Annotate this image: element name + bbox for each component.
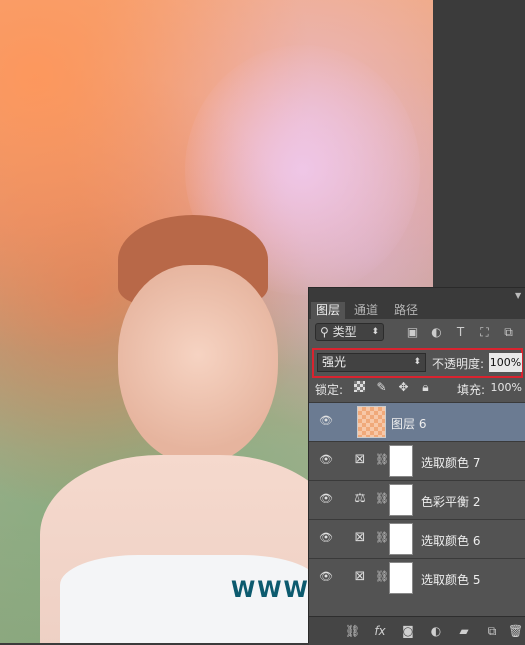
layer-name: 图层 6 [391, 417, 427, 431]
layer-name: 选取颜色 7 [421, 456, 481, 470]
layer-row[interactable]: 👁︎ ⚖ ⛓ 色彩平衡 2 [309, 480, 525, 519]
layer-mask-thumbnail [389, 445, 413, 477]
visibility-eye-icon[interactable]: 👁︎ [319, 454, 333, 465]
selective-color-icon: ⊠ [354, 569, 366, 584]
panel-tabs: 图层 通道 路径 ▼ [309, 288, 525, 319]
add-mask-icon[interactable]: ◙ [401, 624, 415, 638]
visibility-eye-icon[interactable]: 👁︎ [319, 493, 333, 504]
layer-mask-thumbnail [389, 484, 413, 516]
updown-arrow-icon: ⬍ [413, 357, 421, 367]
selective-color-icon: ⊠ [354, 530, 366, 545]
adjustment-filter-icon[interactable]: ◐ [430, 326, 443, 339]
lock-position-move-icon[interactable]: ✥ [397, 381, 410, 394]
layer-name: 色彩平衡 2 [421, 495, 481, 509]
link-chain-icon: ⛓ [375, 570, 389, 583]
filter-row: ⚲ 类型 ⬍ ▣ ◐ T ⛶ ⧉ [309, 319, 525, 349]
visibility-eye-icon[interactable]: 👁︎ [319, 571, 333, 582]
layer-mask-thumbnail [389, 523, 413, 555]
selective-color-icon: ⊠ [354, 452, 366, 467]
blend-mode-value: 强光 [322, 355, 347, 369]
new-adjustment-layer-icon[interactable]: ◐ [429, 624, 443, 638]
blend-opacity-highlight: 强光 ⬍ 不透明度: 100% [312, 348, 523, 378]
filter-label: 类型 [332, 325, 357, 339]
blend-mode-dropdown[interactable]: 强光 ⬍ [317, 353, 426, 372]
color-balance-scale-icon: ⚖ [354, 491, 366, 506]
shape-filter-icon[interactable]: ⛶ [478, 326, 491, 339]
layer-row[interactable]: 👁︎ 图层 6 [309, 402, 525, 441]
image-filter-icon[interactable]: ▣ [406, 326, 419, 339]
layers-panel: 图层 通道 路径 ▼ ⚲ 类型 ⬍ ▣ ◐ T ⛶ ⧉ 强光 ⬍ 不透明度: 1… [308, 287, 525, 645]
lock-transparency-icon[interactable] [354, 381, 365, 392]
panel-menu-icon[interactable]: ▼ [515, 291, 523, 300]
layer-name: 选取颜色 5 [421, 573, 481, 587]
lock-label: 锁定: [315, 383, 344, 397]
type-filter-icon[interactable]: T [454, 326, 467, 339]
opacity-label: 不透明度: [432, 357, 485, 371]
visibility-eye-icon[interactable]: 👁︎ [319, 415, 333, 426]
link-chain-icon: ⛓ [375, 531, 389, 544]
layer-list: 👁︎ 图层 6 👁︎ ⊠ ⛓ 选取颜色 7 👁︎ ⚖ ⛓ 色彩平衡 2 👁︎ ⊠… [309, 402, 525, 616]
trash-icon[interactable]: 🗑︎ [508, 624, 523, 638]
smart-object-filter-icon[interactable]: ⧉ [502, 326, 515, 339]
layer-row[interactable]: 👁︎ ⊠ ⛓ 选取颜色 6 [309, 519, 525, 558]
photo-face [118, 265, 278, 465]
layer-row[interactable]: 👁︎ ⊠ ⛓ 选取颜色 5 [309, 558, 525, 597]
link-layers-icon[interactable]: ⛓ [345, 624, 360, 638]
tab-channels[interactable]: 通道 [354, 302, 378, 319]
new-layer-icon[interactable]: ⧉ [485, 624, 499, 638]
tab-paths[interactable]: 路径 [394, 302, 418, 319]
layer-mask-thumbnail [389, 562, 413, 594]
lock-all-icon[interactable]: 🔒︎ [419, 381, 432, 394]
tab-layers[interactable]: 图层 [311, 302, 346, 319]
layer-filter-dropdown[interactable]: ⚲ 类型 ⬍ [315, 323, 384, 341]
updown-arrow-icon: ⬍ [371, 327, 379, 337]
panel-bottom-toolbar: ⛓ fx ◙ ◐ ▰ ⧉ 🗑︎ [309, 616, 525, 645]
new-group-folder-icon[interactable]: ▰ [457, 624, 471, 638]
layer-row[interactable]: 👁︎ ⊠ ⛓ 选取颜色 7 [309, 441, 525, 480]
fill-input[interactable]: 100% [484, 379, 522, 397]
fill-label: 填充: [457, 383, 486, 397]
lock-pixels-brush-icon[interactable]: ✎ [375, 381, 388, 394]
link-chain-icon: ⛓ [375, 453, 389, 466]
layer-name: 选取颜色 6 [421, 534, 481, 548]
opacity-input[interactable]: 100% [489, 353, 522, 372]
lock-row: 锁定: ✎ ✥ 🔒︎ 填充: 100% [309, 378, 525, 402]
search-icon: ⚲ [320, 325, 329, 339]
layer-thumbnail [357, 406, 386, 438]
visibility-eye-icon[interactable]: 👁︎ [319, 532, 333, 543]
fx-icon[interactable]: fx [373, 624, 387, 638]
link-chain-icon: ⛓ [375, 492, 389, 505]
